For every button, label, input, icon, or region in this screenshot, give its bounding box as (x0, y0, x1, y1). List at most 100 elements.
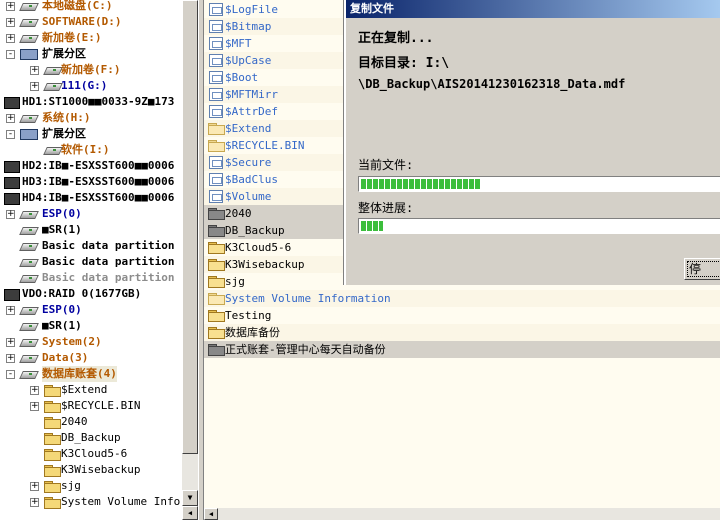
tree-item[interactable]: + 本地磁盘(C:) (0, 0, 182, 14)
tree-item[interactable]: Basic data partition (0, 270, 182, 286)
disk-tree[interactable]: + 本地磁盘(C:) + SOFTWARE(D:) + 新加卷(E:) - 扩展分区 + 新加卷(… (0, 0, 182, 520)
expand-toggle-icon[interactable]: + (6, 306, 15, 315)
tree-item[interactable]: - 扩展分区 (0, 126, 182, 142)
tree-item-label: 数据库账套(4) (42, 366, 117, 382)
tree-item[interactable]: + sjg (0, 478, 182, 494)
expand-toggle-icon[interactable]: + (30, 482, 39, 491)
folder-icon (44, 385, 61, 397)
extended-partition-icon (20, 129, 38, 140)
tree-item-label: ■SR(1) (42, 319, 82, 332)
tree-item[interactable]: + 新加卷(E:) (0, 30, 182, 46)
tree-item-label: 111(G:) (61, 79, 108, 92)
tree-scroll-down-button[interactable]: ▼ (182, 490, 198, 506)
folder-icon (208, 310, 225, 322)
tree-item-label: System(2) (42, 335, 102, 348)
tree-item[interactable]: + $Extend (0, 382, 182, 398)
tree-item-label: $Extend (61, 383, 108, 396)
file-name: K3Cloud5-6 (225, 241, 292, 254)
tree-item[interactable]: ■SR(1) (0, 222, 182, 238)
overall-progress-fill (361, 221, 383, 231)
folder-icon (208, 242, 225, 254)
tree-item[interactable]: Basic data partition (0, 254, 182, 270)
tree-item[interactable]: + System(2) (0, 334, 182, 350)
tree-item-label: 系统(H:) (42, 111, 91, 124)
expand-toggle-icon[interactable]: + (6, 354, 15, 363)
folder-icon (208, 327, 225, 339)
tree-item[interactable]: VDO:RAID 0(1677GB) (0, 286, 182, 302)
file-name: 正式账套-管理中心每天自动备份 (225, 343, 386, 356)
expand-toggle-icon[interactable]: + (6, 210, 15, 219)
tree-item[interactable]: K3Wisebackup (0, 462, 182, 478)
file-row[interactable]: 数据库备份 (204, 324, 720, 341)
tree-scrollbar-thumb[interactable] (182, 0, 198, 454)
tree-item[interactable]: - 扩展分区 (0, 46, 182, 62)
tree-item[interactable]: + 系统(H:) (0, 110, 182, 126)
list-scroll-left-button[interactable]: ◀ (204, 508, 218, 520)
system-file-icon (209, 37, 223, 50)
hard-disk-icon (4, 177, 20, 189)
file-row[interactable]: Testing (204, 307, 720, 324)
partition-drive-icon (20, 304, 36, 315)
tree-item[interactable]: + SOFTWARE(D:) (0, 14, 182, 30)
current-file-progress-bar (358, 176, 720, 192)
file-row[interactable]: 正式账套-管理中心每天自动备份 (204, 341, 720, 358)
tree-item[interactable]: + System Volume Inform (0, 494, 182, 510)
expand-toggle-icon[interactable]: + (6, 2, 15, 11)
file-row[interactable]: System Volume Information (204, 290, 720, 307)
folder-icon (208, 276, 225, 288)
file-name: $MFTMirr (225, 88, 278, 101)
tree-item-label: 新加卷(E:) (42, 31, 102, 44)
system-file-icon (209, 3, 223, 16)
partition-drive-icon (20, 112, 36, 123)
file-name: $BadClus (225, 173, 278, 186)
file-name: 2040 (225, 207, 252, 220)
tree-item-label: HD3:IB■-ESXSST600■■0006 (22, 175, 175, 188)
tree-item[interactable]: HD2:IB■-ESXSST600■■0006 (0, 158, 182, 174)
stop-button[interactable]: 停 (684, 258, 720, 280)
expand-toggle-icon[interactable]: + (30, 498, 39, 507)
system-file-icon (209, 156, 223, 169)
tree-item-label: $RECYCLE.BIN (61, 399, 141, 412)
tree-item-label: 本地磁盘(C:) (42, 0, 113, 12)
expand-toggle-icon[interactable]: + (30, 66, 39, 75)
tree-item[interactable]: Basic data partition (0, 238, 182, 254)
tree-item[interactable]: + Data(3) (0, 350, 182, 366)
file-name: $RECYCLE.BIN (225, 139, 305, 152)
file-name: K3Wisebackup (225, 258, 305, 271)
tree-item[interactable]: - 数据库账套(4) (0, 366, 182, 382)
expand-toggle-icon[interactable]: + (6, 338, 15, 347)
file-name: $Bitmap (225, 20, 272, 33)
system-folder-icon (208, 293, 225, 305)
expand-toggle-icon[interactable]: + (6, 34, 15, 43)
expand-toggle-icon[interactable]: + (30, 82, 39, 91)
file-name: 数据库备份 (225, 326, 280, 339)
expand-toggle-icon[interactable]: + (30, 402, 39, 411)
tree-item[interactable]: +111(G:) (0, 78, 182, 94)
tree-item[interactable]: K3Cloud5-6 (0, 446, 182, 462)
system-folder-icon (208, 123, 225, 135)
tree-item[interactable]: 软件(I:) (0, 142, 182, 158)
expand-toggle-icon[interactable]: + (30, 386, 39, 395)
folder-icon (44, 433, 61, 445)
tree-hscroll-left-button[interactable]: ◀ (182, 506, 198, 520)
tree-item[interactable]: ■SR(1) (0, 318, 182, 334)
collapse-toggle-icon[interactable]: - (6, 50, 15, 59)
expand-toggle-icon[interactable]: + (6, 18, 15, 27)
file-name: $MFT (225, 37, 252, 50)
tree-item[interactable]: DB_Backup (0, 430, 182, 446)
expand-toggle-icon[interactable]: + (6, 114, 15, 123)
tree-item[interactable]: HD4:IB■-ESXSST600■■0006 (0, 190, 182, 206)
collapse-toggle-icon[interactable]: - (6, 370, 15, 379)
collapse-toggle-icon[interactable]: - (6, 130, 15, 139)
tree-item[interactable]: 2040 (0, 414, 182, 430)
tree-item[interactable]: + ESP(0) (0, 206, 182, 222)
tree-scrollbar[interactable]: ▼ (182, 0, 198, 506)
tree-item[interactable]: HD3:IB■-ESXSST600■■0006 (0, 174, 182, 190)
list-horizontal-scrollbar[interactable]: ◀ (204, 508, 720, 520)
tree-item[interactable]: HD1:ST1000■■0033-9Z■173 (0, 94, 182, 110)
tree-item-label: SOFTWARE(D:) (42, 15, 122, 28)
folder-icon (44, 449, 61, 461)
tree-item[interactable]: + ESP(0) (0, 302, 182, 318)
tree-item[interactable]: + $RECYCLE.BIN (0, 398, 182, 414)
tree-item[interactable]: + 新加卷(F:) (0, 62, 182, 78)
